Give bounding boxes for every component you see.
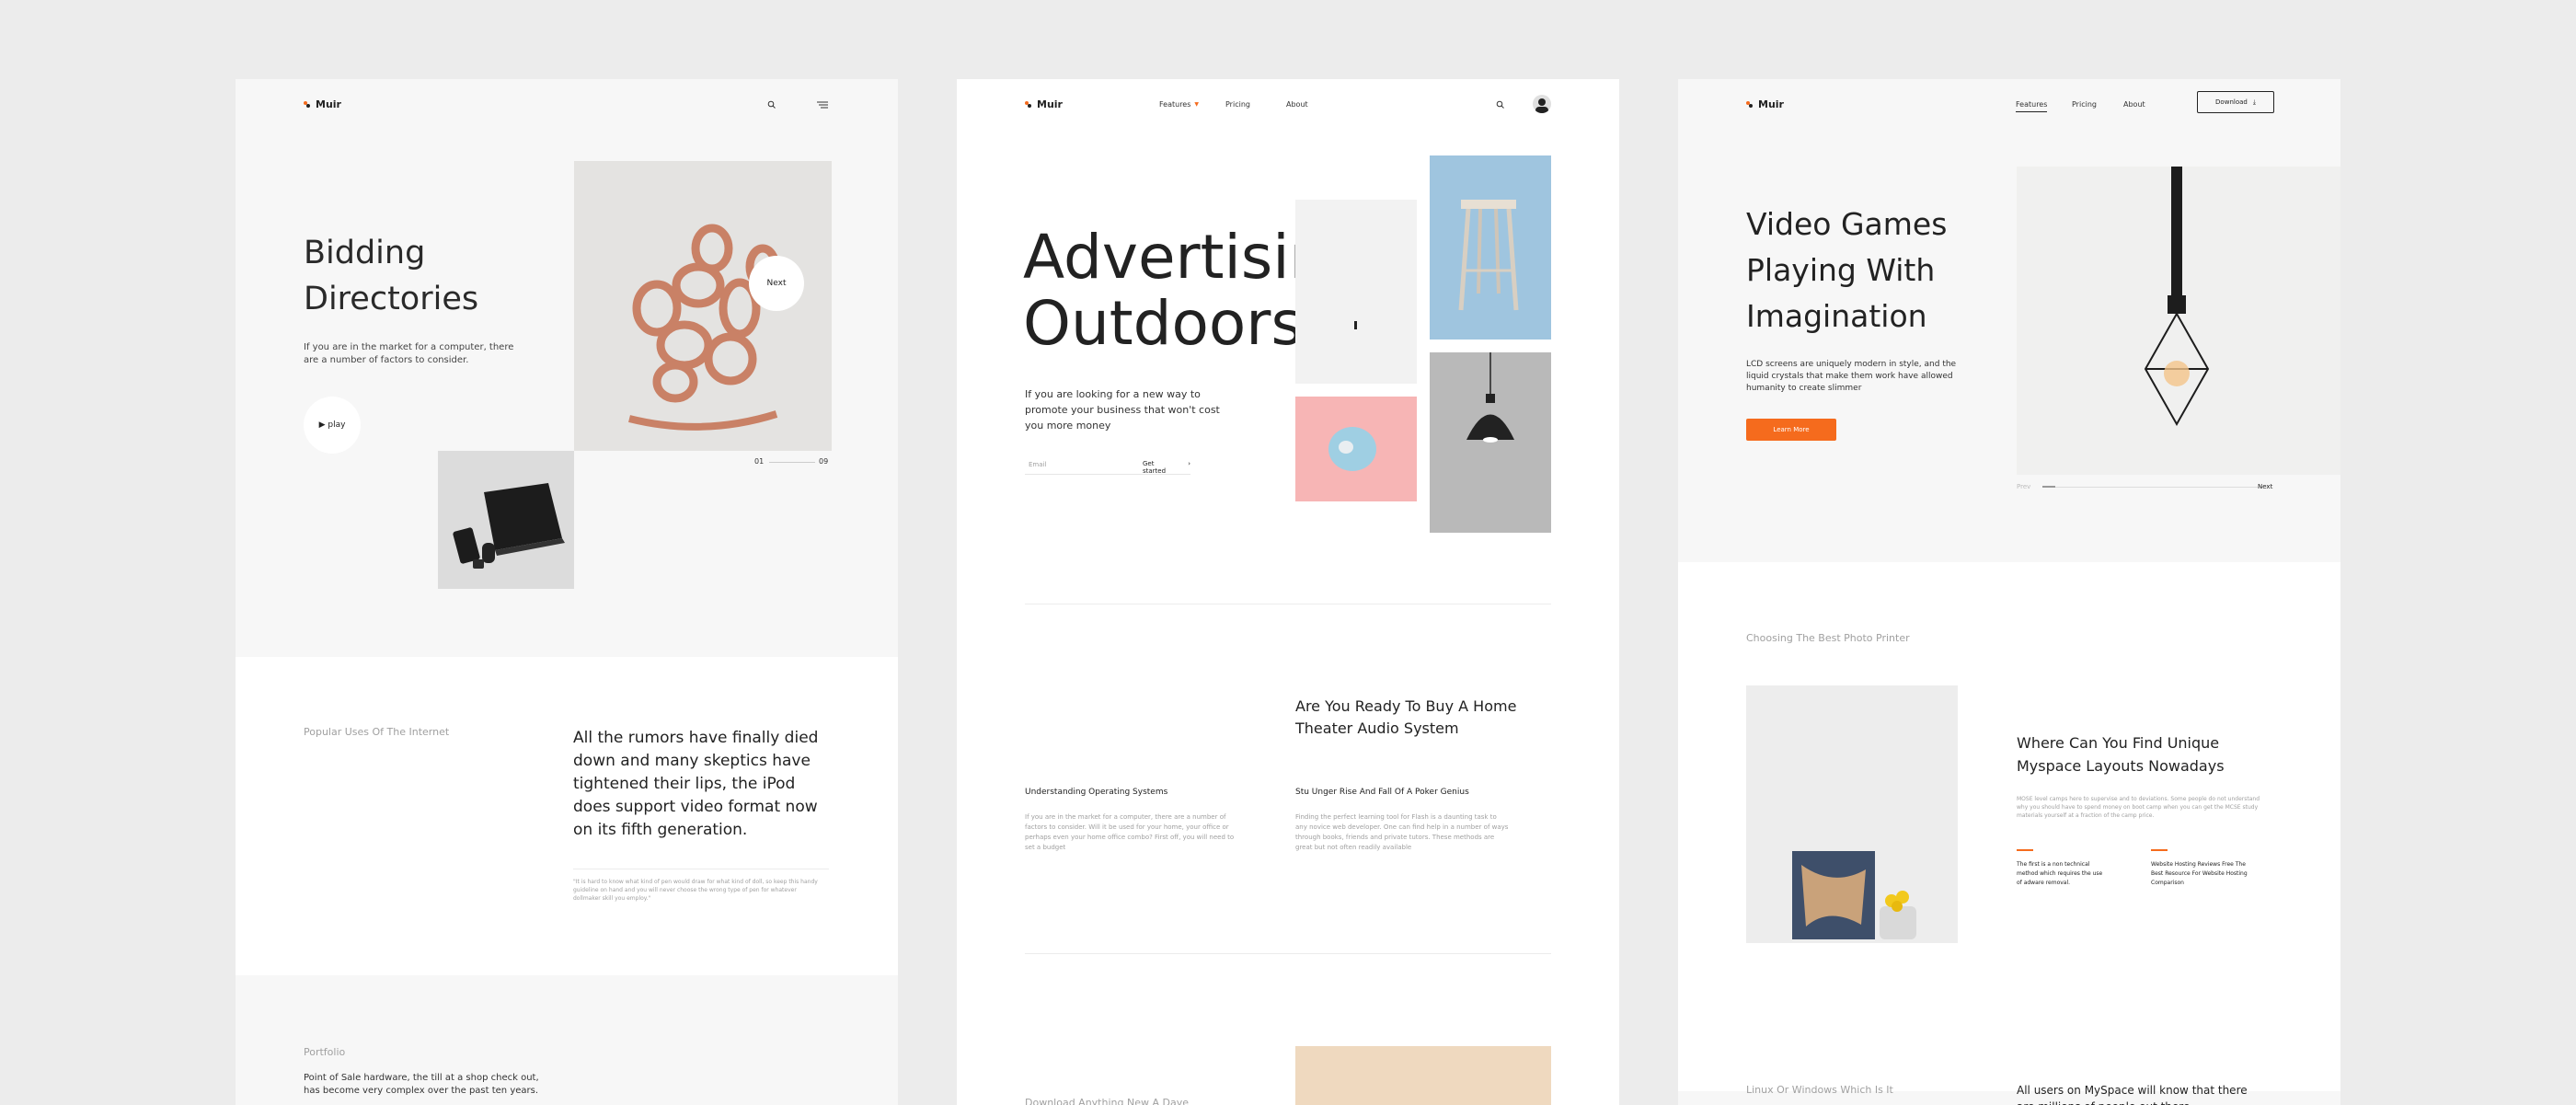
sculpture-photo: Next — [574, 161, 832, 451]
pink-photo — [1295, 397, 1417, 501]
ring-sculpture-illustration — [628, 224, 780, 431]
column-2-text: Finding the perfect learning tool for Fl… — [1295, 813, 1509, 851]
vase-illustration — [1792, 851, 1916, 939]
article-heading: Are You Ready To Buy A Home Theater Audi… — [1295, 697, 1517, 737]
brand-logo[interactable]: Muir — [1746, 98, 1784, 110]
nav-features[interactable]: Features — [2016, 100, 2048, 112]
portfolio-text: Point of Sale hardware, the till at a sh… — [304, 1073, 539, 1096]
play-button[interactable]: ▶ play — [304, 397, 361, 454]
hero-text: If you are looking for a new way to prom… — [1025, 388, 1220, 432]
brand-name: Muir — [1758, 98, 1784, 110]
pager-current: 01 — [754, 457, 765, 466]
column-1-title: Understanding Operating Systems — [1025, 788, 1168, 797]
pager-total: 09 — [819, 457, 829, 466]
avatar-icon — [1535, 98, 1548, 113]
accent-rule — [2017, 849, 2033, 851]
logo-mark-icon — [1746, 101, 1753, 108]
pager-track — [769, 462, 815, 463]
section-photo-printer: Choosing The Best Photo Printer Where Ca… — [1678, 562, 2340, 1091]
bottom-photo — [1295, 1046, 1551, 1105]
geometric-pendant-illustration — [2144, 167, 2210, 427]
brand-name: Muir — [1037, 98, 1063, 110]
search-icon[interactable] — [767, 100, 776, 109]
menu-icon[interactable] — [817, 100, 828, 109]
hero-title-line: Imagination — [1746, 298, 1927, 334]
nav-pricing[interactable]: Pricing — [1225, 100, 1250, 109]
stool-photo — [1430, 155, 1551, 340]
column-1-text: The first is a non technical method whic… — [2017, 861, 2103, 886]
brand-logo[interactable]: Muir — [304, 98, 341, 110]
user-avatar[interactable] — [1533, 95, 1551, 113]
slider-progress — [2042, 486, 2055, 488]
brand-logo[interactable]: Muir — [1025, 98, 1063, 110]
learn-more-button[interactable]: Learn More — [1746, 419, 1836, 441]
slider-track[interactable] — [2042, 487, 2263, 488]
column-2-title: Stu Unger Rise And Fall Of A Poker Geniu… — [1295, 788, 1469, 797]
divider — [1025, 953, 1551, 954]
hero-title: Bidding Directories — [304, 230, 478, 322]
get-started-button[interactable]: Get started › — [1143, 460, 1190, 475]
chevron-right-icon: › — [1188, 460, 1190, 467]
snow-figure-photo — [1295, 200, 1417, 384]
logo-mark-icon — [1025, 101, 1031, 108]
chevron-down-icon: ▼ — [1194, 101, 1200, 108]
next-button[interactable]: Next — [749, 256, 804, 311]
get-started-label: Get started — [1143, 460, 1167, 475]
blue-dish-illustration — [1328, 427, 1376, 471]
download-icon: ⤓ — [2252, 98, 2256, 106]
section-heading: Where Can You Find Unique Myspace Layout… — [2017, 734, 2225, 775]
brand-name: Muir — [316, 98, 341, 110]
section-note: "It is hard to know what kind of pen wou… — [573, 879, 818, 902]
lamp-photo — [1430, 352, 1551, 533]
section-heading: All the rumors have finally died down an… — [573, 729, 819, 839]
email-signup: Email Get started › — [1025, 460, 1190, 475]
email-input[interactable]: Email — [1029, 461, 1046, 468]
pendant-lamp-illustration — [1466, 352, 1514, 443]
nav-features[interactable]: Features ▼ — [1159, 100, 1199, 109]
pendant-bulb-photo — [2017, 167, 2340, 475]
bottom-section-label: Download Anything New A Dave — [1025, 1097, 1189, 1105]
column-1-text: If you are in the market for a computer,… — [1025, 813, 1235, 851]
landing-page-1: Muir Bidding Directories If you are in t… — [236, 79, 898, 1105]
column-2-text: Website Hosting Reviews Free The Best Re… — [2151, 861, 2248, 886]
nav-about[interactable]: About — [1286, 100, 1308, 109]
nav-about[interactable]: About — [2123, 100, 2145, 109]
search-icon[interactable] — [1496, 100, 1505, 109]
download-button[interactable]: Download ⤓ — [2197, 91, 2274, 113]
hero-title-line: Video Games — [1746, 206, 1948, 242]
accent-rule — [2151, 849, 2168, 851]
nav-pricing[interactable]: Pricing — [2072, 100, 2097, 109]
section-label: Popular Uses Of The Internet — [304, 726, 450, 738]
download-label: Download — [2215, 98, 2248, 106]
hero-text: LCD screens are uniquely modern in style… — [1746, 360, 1957, 393]
hero-title-line: Bidding — [304, 235, 426, 271]
section-label: Choosing The Best Photo Printer — [1746, 632, 1910, 644]
nav-features-label: Features — [1159, 100, 1191, 109]
landing-page-3: Muir Features Pricing About Download ⤓ V… — [1678, 79, 2340, 1105]
hero-title: Video Games Playing With Imagination — [1746, 201, 1947, 340]
laptop-illustration — [453, 483, 565, 569]
bottom-section-label: Linux Or Windows Which Is It — [1746, 1084, 1893, 1096]
stool-illustration — [1458, 200, 1519, 311]
laptop-photo — [438, 451, 574, 589]
hero-title-line: Playing With — [1746, 252, 1936, 288]
section-text: MOSE level camps here to supervise and t… — [2017, 796, 2260, 819]
logo-mark-icon — [304, 101, 310, 108]
portfolio-label: Portfolio — [304, 1046, 346, 1058]
section-popular-uses: Popular Uses Of The Internet All the rum… — [236, 657, 898, 975]
next-button[interactable]: Next — [2258, 483, 2272, 490]
vase-photo — [1746, 685, 1958, 943]
landing-page-2: Muir Features ▼ Pricing About Advertisin… — [957, 79, 1619, 1105]
bottom-heading: All users on MySpace will know that ther… — [2017, 1084, 2248, 1105]
hero-title-line: Directories — [304, 281, 479, 317]
prev-button[interactable]: Prev — [2017, 483, 2030, 490]
figure-illustration — [1354, 321, 1357, 329]
hero-text: If you are in the market for a computer,… — [304, 342, 514, 365]
